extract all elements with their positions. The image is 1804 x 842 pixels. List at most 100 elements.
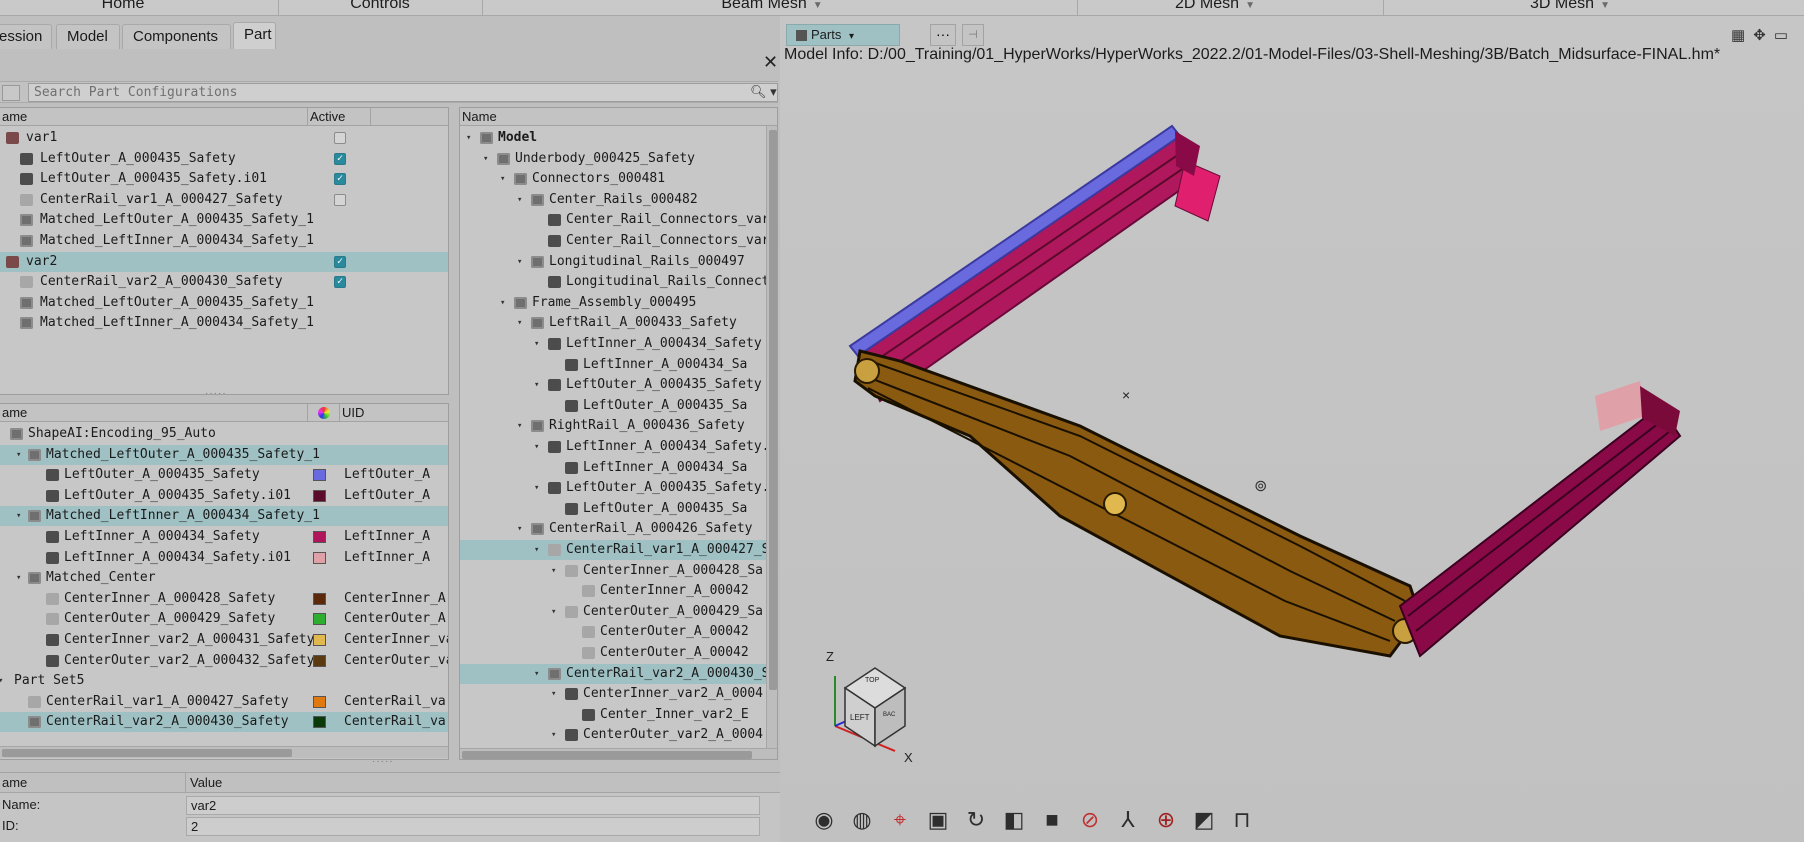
display-mode-icon[interactable]: ◧: [1000, 806, 1028, 834]
cube-face-left[interactable]: LEFT: [850, 713, 870, 722]
color-swatch[interactable]: [313, 531, 326, 543]
tree-row[interactable]: ▾ CenterInner_var2_A_0004: [460, 684, 766, 704]
color-swatch[interactable]: [313, 654, 326, 667]
tree-row[interactable]: ▾ LeftOuter_A_000435_Safety.: [460, 478, 770, 498]
column-header-name[interactable]: ame: [0, 108, 308, 126]
column-header-name[interactable]: ame: [0, 404, 308, 422]
expand-arrow-icon[interactable]: ▾: [16, 568, 26, 588]
active-checkbox[interactable]: ✓: [334, 255, 346, 268]
expand-arrow-icon[interactable]: ▾: [551, 684, 561, 704]
color-swatch[interactable]: [313, 489, 326, 502]
tree-row[interactable]: Center_Inner_var2_E: [460, 705, 766, 725]
tree-row[interactable]: LeftOuter_A_000435_Sa: [460, 396, 766, 416]
tree-row[interactable]: ▾ LeftInner_A_000434_Safety: [460, 334, 766, 354]
shape-row[interactable]: LeftOuter_A_000435_Safety.i01 LeftOuter_A: [0, 486, 448, 506]
ribbon-tab-2d-mesh[interactable]: 2D Mesh ▼: [1135, 0, 1295, 15]
shape-row[interactable]: LeftInner_A_000434_Safety.i01 LeftInner_A: [0, 548, 448, 568]
config-row[interactable]: CenterRail_var2_A_000430_Safety ✓: [0, 272, 448, 292]
expand-arrow-icon[interactable]: ▾: [534, 437, 544, 457]
expand-arrow-icon[interactable]: ▾: [0, 671, 8, 691]
tree-row[interactable]: ▾ RightRail_A_000436_Safety: [460, 416, 766, 436]
tree-row[interactable]: ▾ CenterRail_var2_A_000430_S: [460, 663, 770, 684]
shape-row[interactable]: CenterInner_var2_A_000431_Safety CenterIn…: [0, 630, 448, 650]
zoom-icon[interactable]: ⊕: [1152, 806, 1180, 834]
expand-arrow-icon[interactable]: ▾: [534, 375, 544, 395]
visibility-icon[interactable]: ◉: [810, 806, 838, 834]
shape-row[interactable]: ShapeAI:Encoding_95_Auto: [0, 424, 448, 444]
tab-components[interactable]: Components: [122, 24, 231, 49]
config-row[interactable]: var2 ✓: [0, 251, 448, 272]
tab-ession[interactable]: ession: [0, 24, 52, 49]
active-checkbox[interactable]: ✓: [334, 152, 346, 165]
graphics-viewport[interactable]: Parts ▾ ··· ⊣ Model Info: D:/00_Training…: [780, 16, 1804, 842]
expand-arrow-icon[interactable]: ▾: [483, 149, 493, 169]
config-row[interactable]: Matched_LeftInner_A_000434_Safety_1: [0, 231, 448, 251]
tree-row[interactable]: ▾ CenterRail_var1_A_000427_S: [460, 540, 770, 560]
shape-row[interactable]: CenterOuter_var2_A_000432_Safety CenterOu…: [0, 651, 448, 671]
config-row[interactable]: LeftOuter_A_000435_Safety.i01 ✓: [0, 169, 448, 189]
axis-icon[interactable]: ⅄: [1114, 806, 1142, 834]
tree-row[interactable]: ▾ Frame_Assembly_000495: [460, 293, 766, 313]
expand-arrow-icon[interactable]: ▾: [517, 252, 527, 272]
config-row[interactable]: Matched_LeftOuter_A_000435_Safety_1: [0, 293, 448, 313]
color-swatch[interactable]: [313, 613, 326, 626]
ribbon-tab-beam-mesh[interactable]: Beam Mesh ▼: [692, 0, 852, 15]
expand-arrow-icon[interactable]: ▾: [517, 190, 527, 210]
tree-row[interactable]: ▾ CenterOuter_var2_A_0004: [460, 725, 766, 745]
tree-row[interactable]: ▾ Connectors_000481: [460, 169, 766, 189]
rotate-icon[interactable]: ↻: [962, 806, 990, 834]
cube-face-back[interactable]: BAC: [883, 712, 896, 718]
config-row[interactable]: Matched_LeftOuter_A_000435_Safety_1: [0, 210, 448, 230]
tree-row[interactable]: LeftInner_A_000434_Sa: [460, 355, 766, 375]
color-swatch[interactable]: [313, 634, 326, 646]
tree-row[interactable]: Center_Rail_Connectors_var: [460, 210, 770, 230]
expand-arrow-icon[interactable]: ▾: [534, 478, 544, 498]
tree-row[interactable]: LeftOuter_A_000435_Sa: [460, 499, 766, 519]
color-swatch[interactable]: [313, 551, 326, 564]
lock-icon[interactable]: ⊓: [1228, 806, 1256, 834]
close-icon[interactable]: ✕: [763, 52, 778, 73]
tree-row[interactable]: CenterOuter_A_00042: [460, 643, 766, 663]
tab-model[interactable]: Model: [56, 24, 120, 49]
tree-row[interactable]: ▾ CenterOuter_A_000429_Sa: [460, 602, 766, 622]
tree-row[interactable]: ▾ LeftRail_A_000433_Safety: [460, 313, 766, 333]
splitter-handle[interactable]: ·····: [372, 756, 394, 767]
column-header-active[interactable]: Active: [308, 108, 371, 126]
tree-row[interactable]: CenterInner_A_00042: [460, 581, 766, 601]
expand-arrow-icon[interactable]: ▾: [534, 664, 544, 684]
config-row[interactable]: var1: [0, 128, 448, 148]
filter-button[interactable]: [2, 85, 20, 101]
ribbon-tab-controls[interactable]: Controls: [300, 0, 460, 15]
globe-icon[interactable]: ◍: [848, 806, 876, 834]
shape-row[interactable]: CenterInner_A_000428_Safety CenterInner_A: [0, 589, 448, 609]
tree-row[interactable]: ▾ CenterRail_A_000426_Safety: [460, 519, 766, 539]
column-header-uid[interactable]: UID: [340, 404, 448, 422]
splitter-handle[interactable]: ·····: [205, 388, 227, 399]
tree-row[interactable]: ▾ LeftInner_A_000434_Safety.: [460, 437, 770, 457]
property-value-field[interactable]: var2: [186, 796, 760, 815]
expand-arrow-icon[interactable]: ▾: [500, 169, 510, 189]
shape-row[interactable]: ▾ Part Set5: [0, 671, 448, 691]
config-row[interactable]: Matched_LeftInner_A_000434_Safety_1: [0, 313, 448, 333]
ribbon-tab-3d-mesh[interactable]: 3D Mesh ▼: [1490, 0, 1650, 15]
tree-row[interactable]: ▾ LeftOuter_A_000435_Safety: [460, 375, 766, 395]
expand-arrow-icon[interactable]: ▾: [517, 519, 527, 539]
shape-row[interactable]: ▾ Matched_LeftInner_A_000434_Safety_1: [0, 506, 448, 527]
expand-arrow-icon[interactable]: ▾: [534, 334, 544, 354]
search-icon[interactable]: 🔍︎ ▾: [750, 84, 777, 100]
property-value-field[interactable]: 2: [186, 817, 760, 836]
scrollbar-thumb[interactable]: [462, 751, 752, 759]
tree-row[interactable]: Longitudinal_Rails_Connect: [460, 272, 770, 292]
camera-icon[interactable]: ▣: [924, 806, 952, 834]
tree-row[interactable]: ▾ Longitudinal_Rails_000497: [460, 252, 766, 272]
expand-arrow-icon[interactable]: ▾: [551, 602, 561, 622]
expand-arrow-icon[interactable]: ▾: [517, 313, 527, 333]
active-checkbox[interactable]: ✓: [334, 173, 346, 186]
color-swatch[interactable]: [313, 592, 326, 605]
color-swatch[interactable]: [313, 695, 326, 708]
tree-row[interactable]: ▾ Center_Rails_000482: [460, 190, 766, 210]
section-icon[interactable]: ◩: [1190, 806, 1218, 834]
horizontal-scrollbar[interactable]: [460, 748, 777, 759]
tree-row[interactable]: LeftInner_A_000434_Sa: [460, 458, 766, 478]
expand-arrow-icon[interactable]: ▾: [466, 128, 476, 148]
